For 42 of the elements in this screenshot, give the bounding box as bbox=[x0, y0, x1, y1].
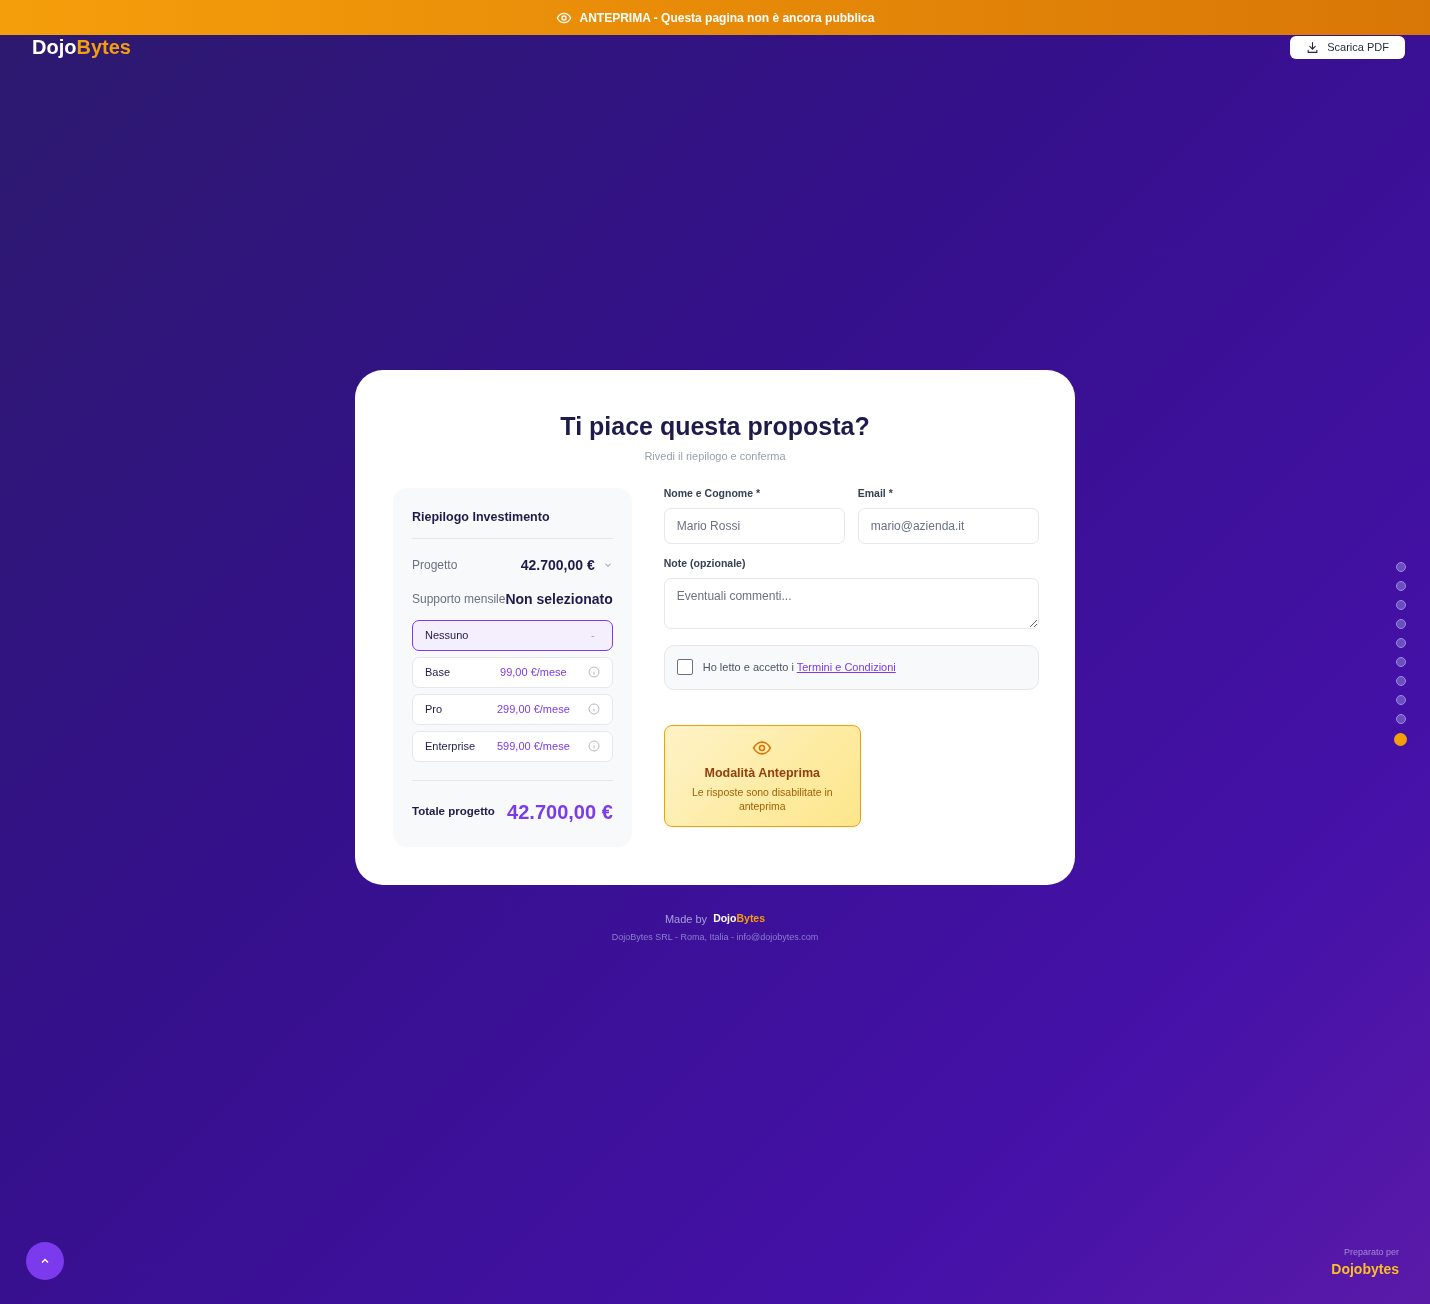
plan-price: 299,00 €/mese bbox=[496, 702, 571, 717]
text-input[interactable]: Mario Rossi bbox=[663, 507, 845, 544]
terms-text: Ho letto e accetto i Termini e Condizioni bbox=[702, 659, 896, 675]
notice-text: Le risposte sono disabilitate in anteprima bbox=[690, 784, 834, 813]
prepared-for-label: Preparato per bbox=[1343, 1245, 1399, 1259]
plan-name: Pro bbox=[425, 702, 444, 717]
card-subtitle: Rivedi il riepilogo e conferma bbox=[643, 448, 787, 464]
plan-name: Nessuno bbox=[425, 628, 470, 643]
summary-label: Progetto bbox=[412, 557, 458, 575]
plan-name: Base bbox=[425, 665, 452, 680]
summary-value: Non selezionato bbox=[505, 589, 613, 609]
field-label: Note (opzionale) bbox=[663, 555, 747, 571]
field-label: Nome e Cognome * bbox=[663, 486, 761, 501]
made-by-text: Made by bbox=[664, 911, 708, 927]
total-label: Totale progetto bbox=[412, 804, 495, 820]
logo[interactable]: DojoBytes bbox=[32, 37, 131, 57]
summary-label: Supporto mensile bbox=[412, 591, 506, 609]
client-name: Dojobytes bbox=[1331, 1260, 1399, 1279]
plan-option[interactable]: Nessuno - bbox=[412, 619, 613, 651]
summary-value: 42.700,00 € bbox=[520, 555, 595, 575]
download-icon bbox=[1306, 41, 1320, 54]
plan-option[interactable]: Enterprise 599,00 €/mese bbox=[412, 730, 613, 762]
terms-checkbox[interactable] bbox=[676, 659, 693, 675]
summary-title: Riepilogo Investimento bbox=[412, 508, 613, 539]
plan-option[interactable]: Base 99,00 €/mese bbox=[412, 656, 613, 688]
footer-address: DojoBytes SRL - Roma, Italia - info@dojobytes.com bbox=[611, 931, 819, 945]
card-title: Ti piace questa proposta? bbox=[559, 411, 871, 442]
terms-link[interactable]: Termini e Condizioni bbox=[796, 660, 896, 673]
footer-logo[interactable]: DojoBytes bbox=[713, 911, 766, 927]
total-value: 42.700,00 € bbox=[507, 799, 613, 825]
notes-textarea[interactable]: Eventuali commenti... bbox=[663, 577, 1039, 629]
plan-option[interactable]: Pro 299,00 €/mese bbox=[412, 693, 613, 725]
field-label: Email * bbox=[857, 486, 894, 501]
scroll-top-button[interactable] bbox=[26, 1242, 64, 1280]
plan-name: Enterprise bbox=[425, 739, 477, 754]
text-input[interactable]: mario@azienda.it bbox=[857, 507, 1039, 544]
plan-price: - bbox=[590, 628, 595, 643]
plan-price: 599,00 €/mese bbox=[496, 739, 571, 754]
download-pdf-button[interactable]: Scarica PDF bbox=[1290, 36, 1405, 59]
notice-title: Modalità Anteprima bbox=[704, 765, 820, 783]
banner-text: ANTEPRIMA - Questa pagina non è ancora pubblica bbox=[579, 9, 875, 27]
plan-price: 99,00 €/mese bbox=[499, 665, 568, 680]
